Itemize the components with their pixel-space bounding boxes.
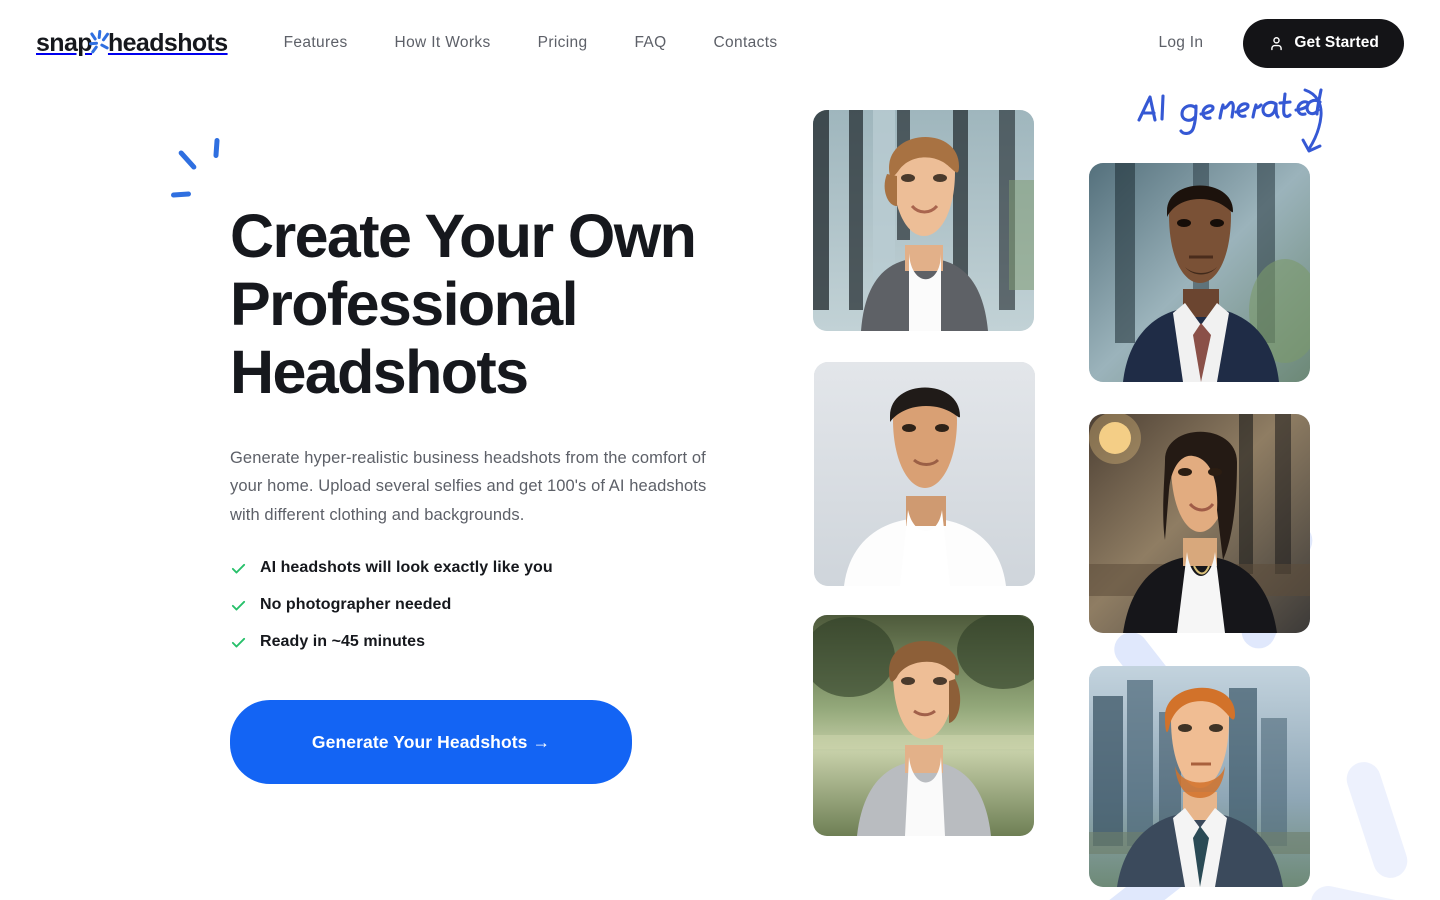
feature-list: AI headshots will look exactly like you … [230,559,750,651]
headshot-man-ginger-city[interactable] [1089,666,1310,887]
nav-item-features[interactable]: Features [284,26,348,60]
headshot-woman-blazer-office[interactable] [813,110,1034,331]
hero-content: Create Your Own Professional Headshots G… [170,137,750,785]
nav-item-how-it-works[interactable]: How It Works [395,26,491,60]
ai-generated-annotation [1133,88,1323,160]
sparkle-icon [88,29,110,56]
logo[interactable]: snap headshots [36,23,228,63]
sparkle-rays-icon [164,137,234,208]
landing-page: snap headshots Features How It Works Pri… [0,0,1440,900]
list-item: AI headshots will look exactly like you [230,559,750,577]
check-icon [230,560,247,577]
headshot-man-white-shirt-studio[interactable] [814,362,1035,586]
hero-subtext: Generate hyper-realistic business headsh… [230,449,707,524]
main-navigation: Features How It Works Pricing FAQ Contac… [284,26,778,60]
feature-label: Ready in ~45 minutes [260,633,426,651]
check-icon [230,597,247,614]
headshot-man-navy-suit-office[interactable] [1089,163,1310,382]
logo-text-snap: snap [36,28,93,57]
feature-label: No photographer needed [260,596,452,614]
page-title: Create Your Own Professional Headshots [230,202,697,406]
get-started-label: Get Started [1294,34,1379,51]
get-started-button[interactable]: Get Started [1243,18,1404,68]
headshot-woman-black-suit-cafe[interactable] [1089,414,1310,633]
site-header: snap headshots Features How It Works Pri… [0,0,1440,86]
list-item: No photographer needed [230,596,750,614]
header-actions: Log In Get Started [1158,18,1404,68]
nav-item-pricing[interactable]: Pricing [538,26,588,60]
feature-label: AI headshots will look exactly like you [260,559,553,577]
check-icon [230,634,247,651]
login-link[interactable]: Log In [1158,34,1203,52]
nav-item-contacts[interactable]: Contacts [714,26,778,60]
list-item: Ready in ~45 minutes [230,633,750,651]
logo-text-headshots: headshots [107,28,228,57]
person-icon [1268,35,1285,52]
nav-item-faq[interactable]: FAQ [634,26,666,60]
generate-headshots-button[interactable]: Generate Your Headshots → [230,700,632,785]
headshot-woman-park[interactable] [813,615,1034,836]
